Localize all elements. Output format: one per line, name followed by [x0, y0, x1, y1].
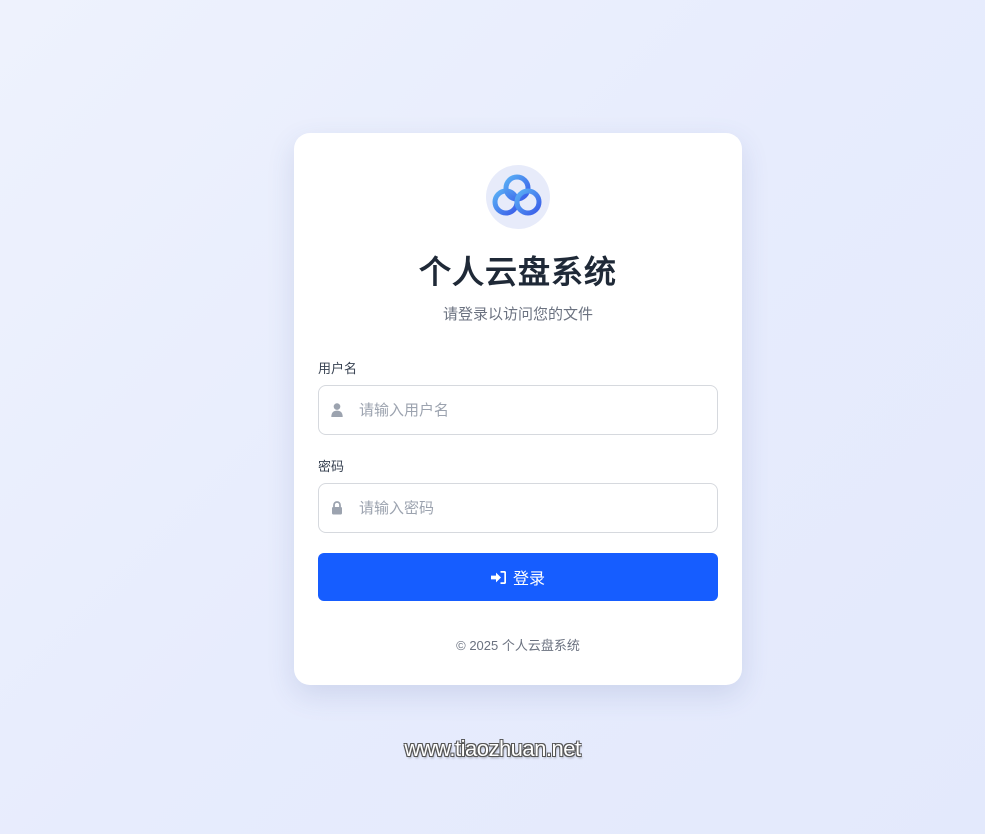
username-input[interactable]	[359, 386, 709, 434]
password-input[interactable]	[359, 484, 709, 532]
cloud-icon	[486, 165, 550, 229]
lock-icon	[332, 501, 342, 515]
login-card: 个人云盘系统 请登录以访问您的文件 用户名 密码 登录 © 2025 个人云盘系…	[294, 133, 742, 685]
password-field[interactable]	[318, 483, 718, 533]
page-title: 个人云盘系统	[418, 254, 617, 290]
login-button[interactable]: 登录	[318, 553, 718, 601]
password-label: 密码	[318, 459, 345, 474]
username-field[interactable]	[318, 385, 718, 435]
user-icon	[331, 403, 343, 417]
sign-in-icon	[490, 570, 506, 584]
username-label: 用户名	[318, 361, 358, 376]
page-subtitle: 请登录以访问您的文件	[442, 306, 593, 323]
footer-copyright: © 2025 个人云盘系统	[456, 638, 580, 653]
login-button-label: 登录	[512, 571, 545, 588]
watermark-text: www.tiaozhuan.net	[404, 736, 581, 761]
